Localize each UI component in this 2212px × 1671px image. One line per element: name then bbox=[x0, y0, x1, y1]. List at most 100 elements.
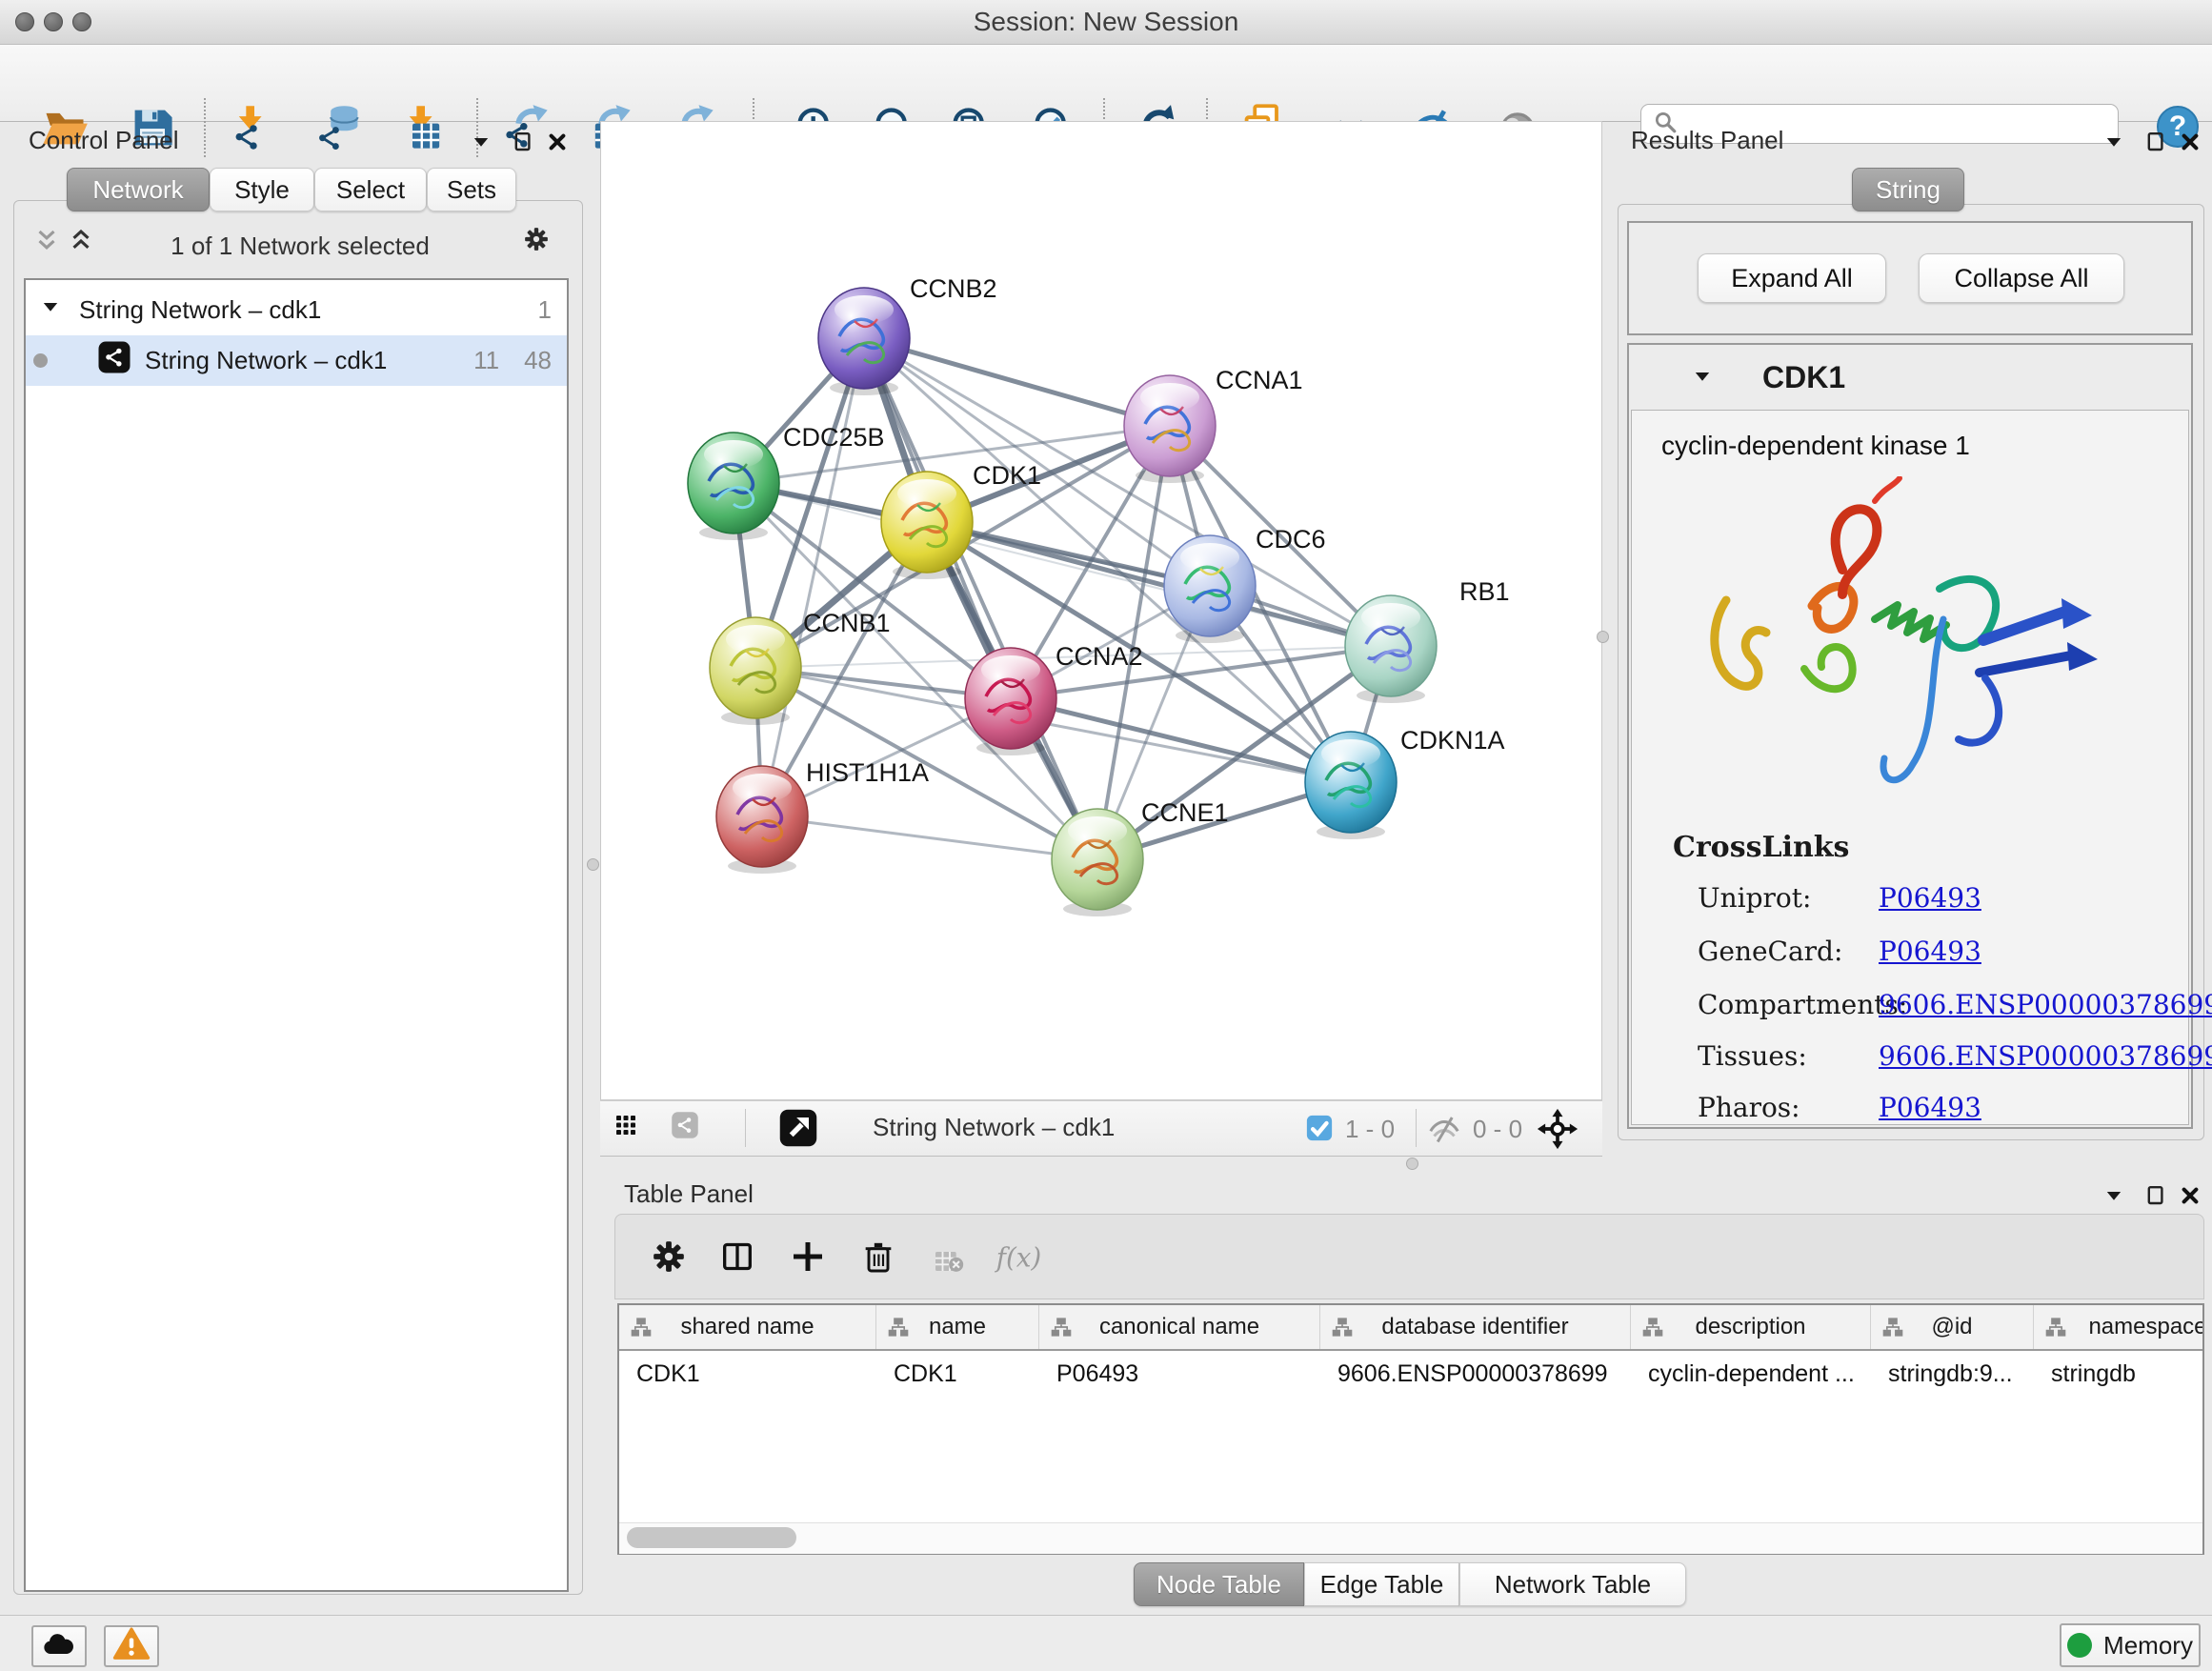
column-header-label: namespace bbox=[2088, 1314, 2202, 1340]
gene-symbol: CDK1 bbox=[1762, 360, 1845, 395]
tab-network-table[interactable]: Network Table bbox=[1459, 1562, 1686, 1606]
control-panel-close-icon[interactable] bbox=[543, 128, 572, 156]
column-type-icon bbox=[1882, 1317, 1903, 1338]
network-node-HIST1H1A[interactable]: HIST1H1A bbox=[716, 758, 929, 874]
table-cell[interactable]: cyclin-dependent ... bbox=[1648, 1353, 1865, 1395]
column-header-name[interactable]: name bbox=[876, 1305, 1039, 1349]
control-panel-float-icon[interactable] bbox=[509, 128, 537, 156]
network-edge[interactable] bbox=[762, 816, 1097, 859]
crosslink-value-link[interactable]: 9606.ENSP00000378699 bbox=[1879, 989, 2212, 1020]
network-edge[interactable] bbox=[762, 338, 864, 816]
bottom-splitter-handle[interactable] bbox=[1406, 1158, 1418, 1170]
add-column-button[interactable] bbox=[783, 1235, 833, 1278]
cloud-icon bbox=[40, 1625, 78, 1668]
expand-all-networks-icon[interactable] bbox=[67, 227, 95, 255]
crosslink-label: Uniprot: bbox=[1698, 882, 1811, 914]
memory-button[interactable]: Memory bbox=[2060, 1623, 2201, 1667]
table-cell[interactable]: stringdb bbox=[2051, 1353, 2202, 1395]
column-header-@id[interactable]: @id bbox=[1871, 1305, 2034, 1349]
expand-all-button[interactable]: Expand All bbox=[1698, 253, 1886, 303]
network-node-CDK1[interactable]: CDK1 bbox=[881, 461, 1041, 579]
network-edge[interactable] bbox=[864, 338, 1170, 426]
network-node-RB1[interactable]: RB1 bbox=[1345, 577, 1510, 703]
tab-string[interactable]: String bbox=[1852, 168, 1964, 211]
column-type-icon bbox=[1642, 1317, 1663, 1338]
control-panel-menu-icon[interactable] bbox=[467, 128, 495, 156]
tab-edge-table[interactable]: Edge Table bbox=[1304, 1562, 1459, 1606]
import-network-button[interactable] bbox=[229, 102, 280, 153]
network-tree-root-row[interactable]: String Network – cdk1 1 bbox=[26, 285, 567, 335]
import-table-icon bbox=[400, 103, 450, 152]
crosslink-value-link[interactable]: P06493 bbox=[1879, 882, 1981, 914]
table-panel-float-icon[interactable] bbox=[2142, 1181, 2170, 1210]
table-gear-icon bbox=[650, 1238, 688, 1276]
column-header-database-identifier[interactable]: database identifier bbox=[1320, 1305, 1631, 1349]
network-view-toolbar: String Network – cdk1 1 - 0 0 - 0 bbox=[600, 1100, 1602, 1157]
network-node-CCNA1[interactable]: CCNA1 bbox=[1124, 366, 1303, 483]
tab-network[interactable]: Network bbox=[67, 168, 210, 211]
tree-expander-icon[interactable] bbox=[39, 295, 62, 325]
tab-style[interactable]: Style bbox=[210, 168, 314, 211]
right-splitter-handle[interactable] bbox=[1597, 631, 1609, 643]
network-tree-row[interactable]: String Network – cdk1 11 48 bbox=[26, 335, 567, 386]
delete-column-button[interactable] bbox=[854, 1235, 903, 1278]
delete-table-button[interactable] bbox=[920, 1235, 970, 1278]
cloud-button[interactable] bbox=[31, 1625, 87, 1667]
gene-card-expander-icon[interactable] bbox=[1688, 362, 1717, 391]
node-label: CCNB2 bbox=[910, 274, 997, 303]
column-header-shared-name[interactable]: shared name bbox=[619, 1305, 876, 1349]
import-table-button[interactable] bbox=[399, 102, 451, 153]
node-label: CDK1 bbox=[973, 461, 1041, 490]
network-selection-status: 1 of 1 Network selected bbox=[114, 232, 486, 261]
results-panel-title: Results Panel bbox=[1631, 126, 1783, 155]
function-builder-button[interactable]: f(x) bbox=[995, 1235, 1044, 1278]
left-splitter-handle[interactable] bbox=[587, 858, 599, 871]
network-node-CDC6[interactable]: CDC6 bbox=[1164, 525, 1326, 643]
column-type-icon bbox=[631, 1317, 652, 1338]
table-panel-close-icon[interactable] bbox=[2176, 1181, 2204, 1210]
selected-checkbox-icon[interactable] bbox=[1305, 1114, 1334, 1142]
window-title: Session: New Session bbox=[0, 0, 2212, 44]
crosslink-label: GeneCard: bbox=[1698, 936, 1842, 967]
crosslink-value-link[interactable]: P06493 bbox=[1879, 1092, 1981, 1123]
split-columns-button[interactable] bbox=[713, 1235, 762, 1278]
network-options-gear-icon[interactable] bbox=[522, 225, 551, 253]
network-graph[interactable]: CCNB2CCNA1CDC25BCDK1CDC6RB1CCNB1CCNA2CDK… bbox=[600, 121, 1602, 1100]
string-view-icon[interactable] bbox=[671, 1111, 699, 1139]
results-panel-close-icon[interactable] bbox=[2176, 128, 2204, 156]
table-hscrollbar-thumb[interactable] bbox=[627, 1527, 796, 1548]
crosslink-value-link[interactable]: P06493 bbox=[1879, 936, 1981, 967]
column-header-description[interactable]: description bbox=[1631, 1305, 1871, 1349]
collapse-all-button[interactable]: Collapse All bbox=[1919, 253, 2124, 303]
selected-node-edge-counts: 1 - 0 bbox=[1345, 1115, 1395, 1144]
network-node-CDKN1A[interactable]: CDKN1A bbox=[1305, 726, 1505, 839]
pan-mode-icon[interactable] bbox=[1536, 1107, 1579, 1151]
table-cell[interactable]: stringdb:9... bbox=[1888, 1353, 2028, 1395]
network-node-CCNE1[interactable]: CCNE1 bbox=[1052, 798, 1229, 916]
table-cell[interactable]: CDK1 bbox=[894, 1353, 1034, 1395]
column-header-canonical-name[interactable]: canonical name bbox=[1039, 1305, 1320, 1349]
memory-status-dot-icon bbox=[2067, 1633, 2092, 1658]
results-panel-float-icon[interactable] bbox=[2142, 128, 2170, 156]
tab-node-table[interactable]: Node Table bbox=[1134, 1562, 1304, 1606]
column-type-icon bbox=[1051, 1317, 1072, 1338]
table-cell[interactable]: 9606.ENSP00000378699 bbox=[1337, 1353, 1625, 1395]
results-panel-menu-icon[interactable] bbox=[2100, 128, 2128, 156]
warnings-button[interactable] bbox=[104, 1625, 159, 1667]
tab-sets[interactable]: Sets bbox=[427, 168, 516, 211]
table-hscrollbar-track[interactable] bbox=[619, 1522, 2202, 1554]
node-label: CCNA1 bbox=[1216, 366, 1303, 394]
tab-select[interactable]: Select bbox=[314, 168, 427, 211]
table-panel-menu-icon[interactable] bbox=[2100, 1181, 2128, 1210]
grid-view-icon[interactable] bbox=[612, 1111, 640, 1139]
collapse-all-networks-icon[interactable] bbox=[32, 227, 61, 255]
table-row[interactable]: CDK1 CDK1 P06493 9606.ENSP00000378699 cyclin… bbox=[619, 1353, 2202, 1395]
import-network-from-database-button[interactable] bbox=[314, 102, 366, 153]
table-gear-button[interactable] bbox=[644, 1235, 694, 1278]
table-cell[interactable]: P06493 bbox=[1056, 1353, 1315, 1395]
column-header-namespace[interactable]: namespace bbox=[2034, 1305, 2202, 1349]
crosslink-value-link[interactable]: 9606.ENSP00000378699 bbox=[1879, 1040, 2212, 1072]
table-cell[interactable]: CDK1 bbox=[636, 1353, 871, 1395]
split-columns-icon bbox=[718, 1238, 756, 1276]
birds-eye-view-icon[interactable] bbox=[777, 1107, 819, 1149]
